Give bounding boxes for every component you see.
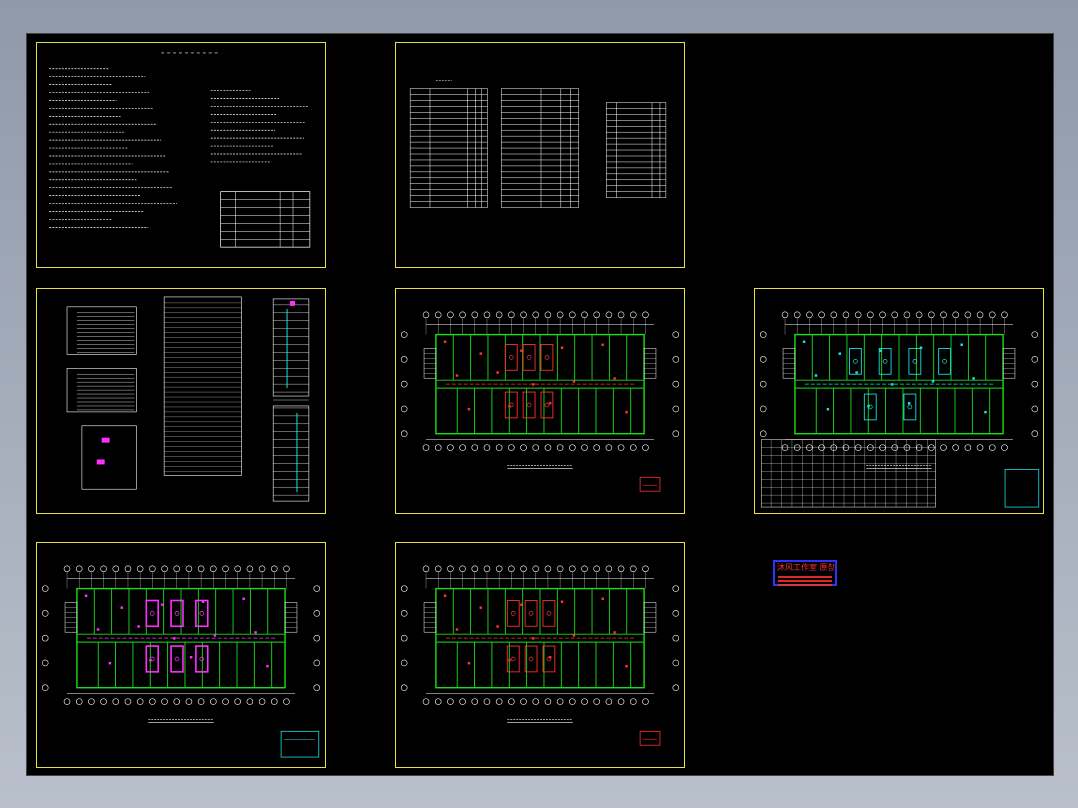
sheet-system-diagram[interactable] bbox=[36, 288, 326, 514]
design-notes-graphic bbox=[49, 52, 311, 248]
stamp-icon bbox=[778, 574, 832, 586]
floor-plan-4-graphic bbox=[400, 565, 680, 746]
sheet-floor-plan-1[interactable] bbox=[395, 288, 685, 514]
drawing-canvas[interactable]: 沐风工作室 原창작 bbox=[26, 33, 1054, 776]
studio-stamp: 沐风工作室 原창작 bbox=[773, 560, 837, 586]
floor-plan-1-graphic bbox=[400, 311, 680, 492]
equipment-tables-graphic bbox=[409, 80, 667, 208]
floor-plan-3-graphic bbox=[41, 565, 321, 758]
sheet-floor-plan-4[interactable] bbox=[395, 542, 685, 768]
sheet-floor-plan-2[interactable] bbox=[754, 288, 1044, 514]
system-diagram-graphic bbox=[66, 296, 310, 502]
sheet-equipment-tables[interactable] bbox=[395, 42, 685, 268]
sheet-design-notes[interactable] bbox=[36, 42, 326, 268]
sheet-floor-plan-3[interactable] bbox=[36, 542, 326, 768]
stamp-title: 沐风工作室 原창작 bbox=[777, 563, 835, 572]
floor-plan-2-graphic bbox=[759, 311, 1040, 508]
